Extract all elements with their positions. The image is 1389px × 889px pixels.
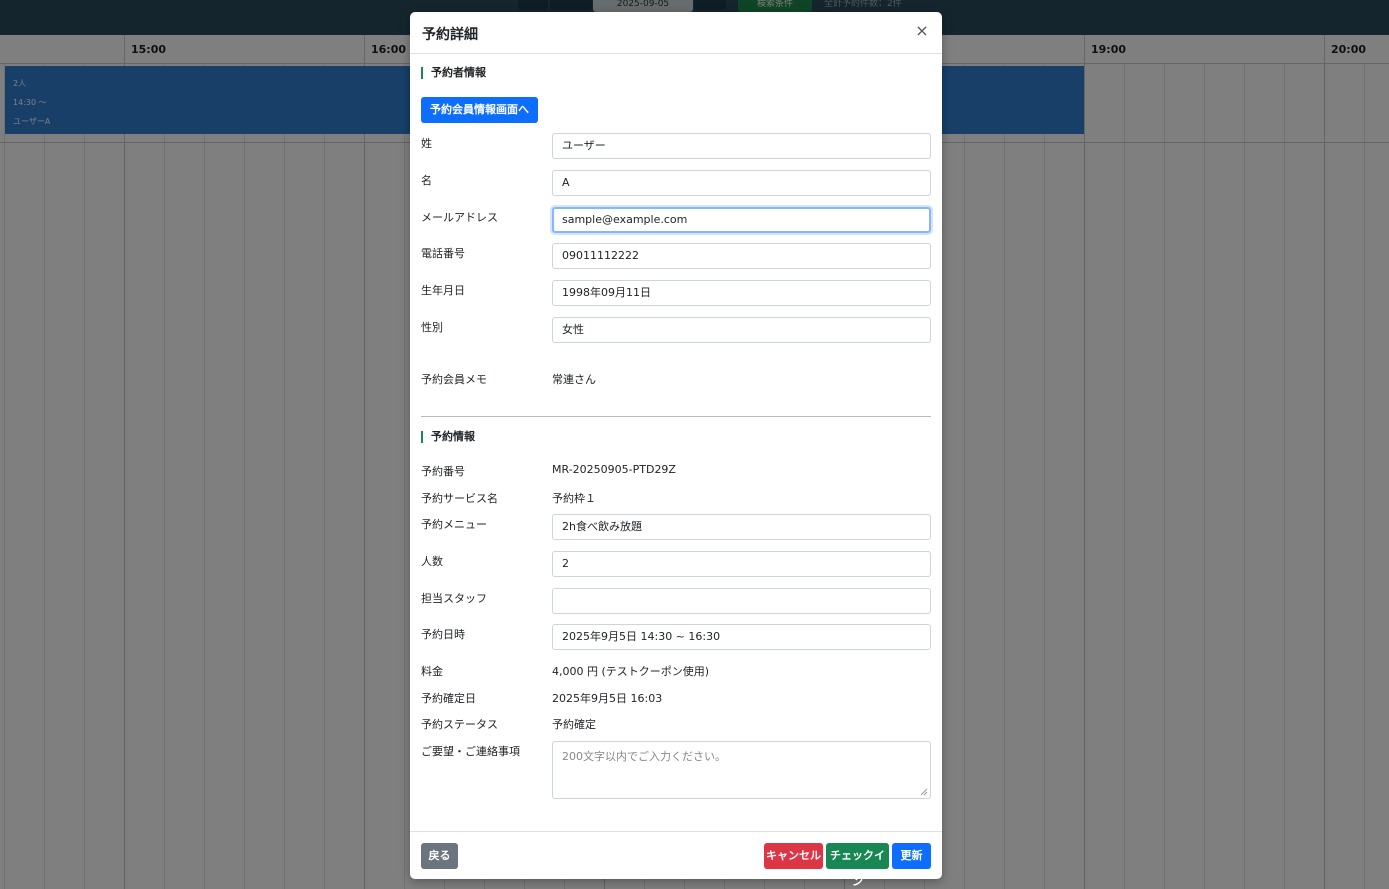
gender-label: 性別 [421,321,443,334]
resize-grip-icon[interactable] [920,788,928,796]
email-label: メールアドレス [421,211,498,224]
birthdate-label: 生年月日 [421,284,465,297]
update-button[interactable]: 更新 [892,843,931,869]
last-name-input[interactable]: ユーザー [552,133,931,159]
modal-title: 予約詳細 [422,27,478,43]
first-name-label: 名 [421,174,432,187]
staff-label: 担当スタッフ [421,592,487,605]
people-label: 人数 [421,555,443,568]
menu-input[interactable]: 2h食べ飲み放題 [552,514,931,540]
status-label: 予約ステータス [421,718,498,731]
last-name-label: 姓 [421,137,432,150]
datetime-label: 予約日時 [421,628,465,641]
email-input[interactable]: sample@example.com [552,207,931,233]
service-name-label: 予約サービス名 [421,492,498,505]
confirmed-date-value: 2025年9月5日 16:03 [552,692,663,705]
modal-footer: 戻る キャンセル チェックイン 更新 [410,831,942,888]
requests-textarea[interactable]: 200文字以内でご入力ください。 [552,741,931,799]
reservation-number-value: MR-20250905-PTD29Z [552,463,676,476]
requests-placeholder: 200文字以内でご入力ください。 [562,750,726,763]
phone-label: 電話番号 [421,247,465,260]
first-name-input[interactable]: A [552,170,931,196]
people-input[interactable]: 2 [552,551,931,577]
phone-input[interactable]: 09011112222 [552,243,931,269]
checkin-button[interactable]: チェックイン [826,843,889,888]
member-page-button[interactable]: 予約会員情報画面へ [421,97,538,123]
reservation-detail-modal: 予約詳細 × 予約者情報 予約会員情報画面へ 姓 ユーザー 名 A メールアドレ… [410,12,942,888]
reservation-section-title: 予約情報 [421,431,475,443]
member-section-title: 予約者情報 [421,67,486,79]
back-button[interactable]: 戻る [421,843,458,869]
birthdate-input[interactable]: 1998年09月11日 [552,280,931,306]
member-memo-value: 常連さん [552,373,596,386]
close-icon[interactable]: × [912,22,932,42]
requests-label: ご要望・ご連絡事項 [421,745,520,758]
datetime-input[interactable]: 2025年9月5日 14:30 ~ 16:30 [552,624,931,650]
gender-input[interactable]: 女性 [552,317,931,343]
member-memo-label: 予約会員メモ [421,373,487,386]
staff-input[interactable] [552,588,931,614]
modal-header: 予約詳細 × [410,12,942,54]
menu-label: 予約メニュー [421,518,487,531]
section-divider [421,416,931,417]
price-value: 4,000 円 (テストクーポン使用) [552,665,710,678]
service-name-value: 予約枠１ [552,492,596,505]
status-value: 予約確定 [552,718,596,731]
cancel-button[interactable]: キャンセル [764,843,823,869]
confirmed-date-label: 予約確定日 [421,692,476,705]
price-label: 料金 [421,665,443,678]
reservation-number-label: 予約番号 [421,465,465,478]
